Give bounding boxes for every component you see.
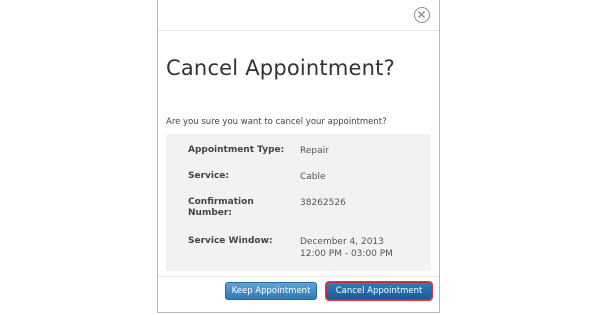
keep-appointment-button[interactable]: Keep Appointment [225,282,317,300]
detail-label: Service Window: [188,236,273,246]
detail-value: 38262526 [300,198,346,208]
cancel-appointment-dialog: Cancel Appointment? Are you sure you wan… [157,0,440,313]
close-icon[interactable] [414,7,430,23]
detail-label: Confirmation Number: [188,197,254,218]
detail-value: Repair [300,146,329,156]
header-divider [158,30,439,31]
detail-value: Cable [300,172,326,182]
cancel-appointment-button[interactable]: Cancel Appointment [326,282,432,300]
dialog-title: Cancel Appointment? [166,56,395,80]
detail-label: Appointment Type: [188,145,285,155]
detail-value: December 4, 2013 12:00 PM - 03:00 PM [300,237,393,259]
footer-divider [158,276,439,277]
detail-label: Service: [188,171,230,181]
confirmation-prompt: Are you sure you want to cancel your app… [166,117,387,127]
appointment-details-panel: Appointment Type: Repair Service: Cable … [166,134,431,271]
